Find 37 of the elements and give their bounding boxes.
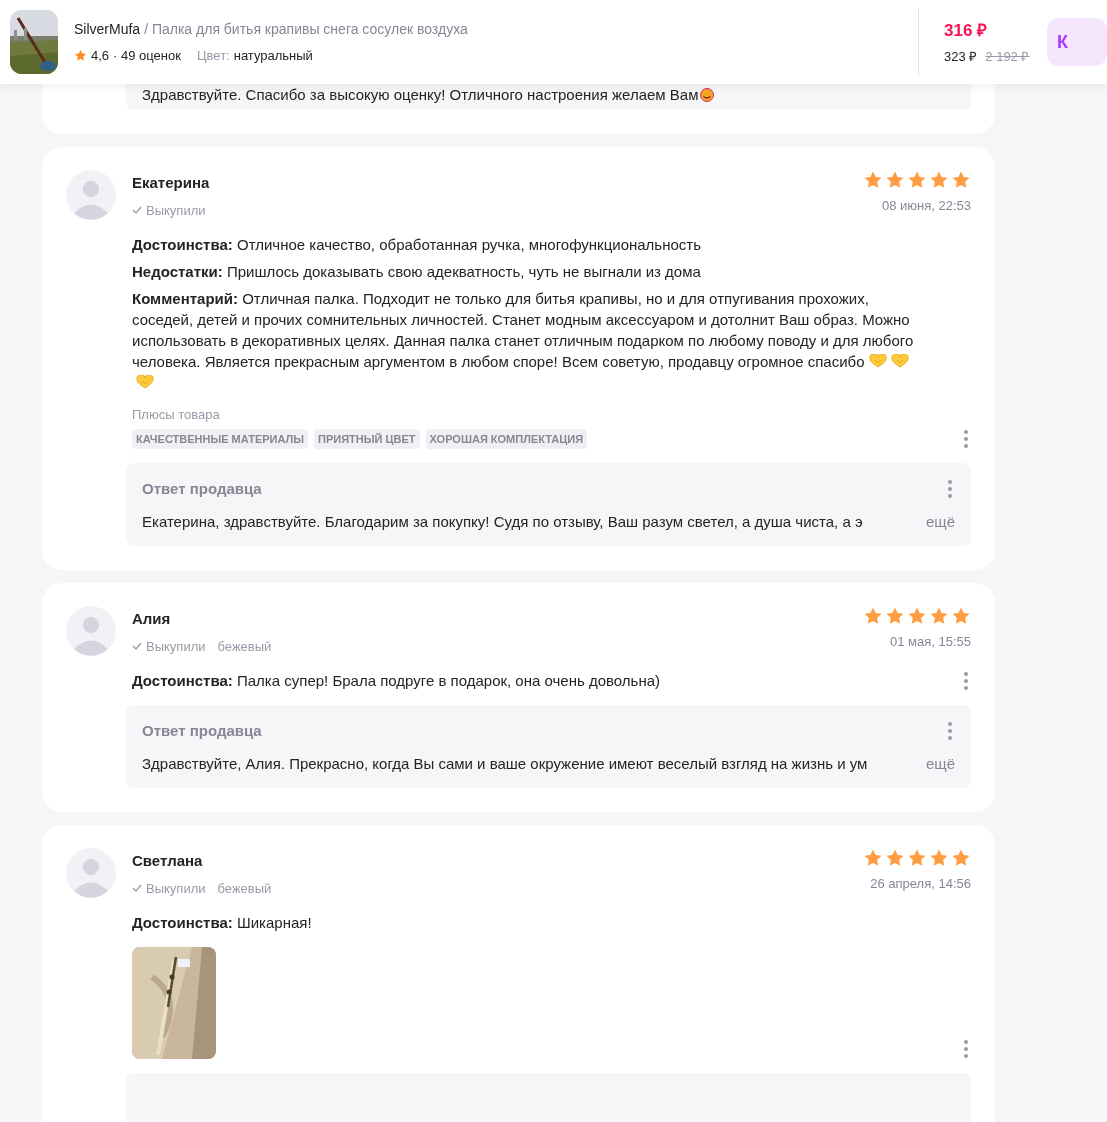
reply-text: Екатерина, здравствуйте. Благодарим за покупку! Судя по отзыву, Ваш разум светел, а душа чиста, а э <box>142 511 863 532</box>
more-link[interactable]: ещё <box>925 510 955 533</box>
price: 316 ₽ <box>944 19 989 42</box>
variant-label: бежевый <box>217 637 272 656</box>
cart-button[interactable]: К <box>1047 18 1107 66</box>
review-date: 26 апреля, 14:56 <box>870 875 971 893</box>
tag: ПРИЯТНЫЙ ЦВЕТ <box>314 428 420 449</box>
old-price: 2 192 ₽ <box>985 48 1030 66</box>
tag: КАЧЕСТВЕННЫЕ МАТЕРИАЛЫ <box>132 428 309 449</box>
review-date: 01 мая, 15:55 <box>889 633 971 651</box>
reply-title: Ответ продавца <box>142 479 262 499</box>
variant-label: бежевый <box>217 879 272 898</box>
reviewer-name: Светлана <box>132 851 204 871</box>
review-date: 08 июня, 22:53 <box>881 197 971 215</box>
purchase-status: Выкупили <box>146 637 206 656</box>
reply-title: Ответ продавца <box>142 721 262 741</box>
more-link[interactable]: ещё <box>925 752 955 775</box>
seller-name[interactable]: SilverMufa <box>74 18 141 40</box>
card-price: 323 ₽ <box>944 48 978 66</box>
ratings-count: · 49 оценок <box>113 46 181 65</box>
reviewer-name: Екатерина <box>132 173 210 193</box>
purchase-status: Выкупили <box>146 879 206 898</box>
reply-text: Здравствуйте. Спасибо за высокую оценку! Отличного настроения желаем Вам <box>142 84 699 105</box>
reviewer-name: Алия <box>132 609 172 629</box>
review-text: Достоинства: Отличное качество, обработанная ручка, многофункциональность <box>132 235 702 255</box>
review-text: Недостатки: Пришлось доказывать свою адекватность, чуть не выгнали из дома <box>132 262 702 282</box>
product-title: / Палка для битья крапивы снега сосулек воздуха <box>144 19 468 39</box>
color-label: Цвет: <box>196 46 230 65</box>
color-value: натуральный <box>233 46 313 65</box>
rating-value: 4,6 <box>91 46 110 65</box>
review-text: Достоинства: Палка супер! Брала подруге в подарок, она очень довольна) <box>132 671 662 691</box>
review-text: Комментарий: Отличная палка. Подходит не только для битья крапивы, но и для отпугивания прохожих, соседей, детей и прочих сомнительных личностей. Станет модным аксессуаром и дотолнит Ваш образ. Можно использовать в декоративных целях. Данная палка станет отличным подарком по любому поводу и для любого человека. Является прекрасным аргументом в любом споре! Всем советую, продавцу огромное спасибо <box>132 288 922 393</box>
purchase-status: Выкупили <box>146 201 206 220</box>
tag: ХОРОШАЯ КОМПЛЕКТАЦИЯ <box>425 428 588 449</box>
reply-text: Здравствуйте, Алия. Прекрасно, когда Вы сами и ваше окружение имеют веселый взгляд на жизнь и ум <box>142 753 868 774</box>
section-label: Плюсы товара <box>132 406 221 424</box>
review-text: Достоинства: Шикарная! <box>132 913 313 933</box>
